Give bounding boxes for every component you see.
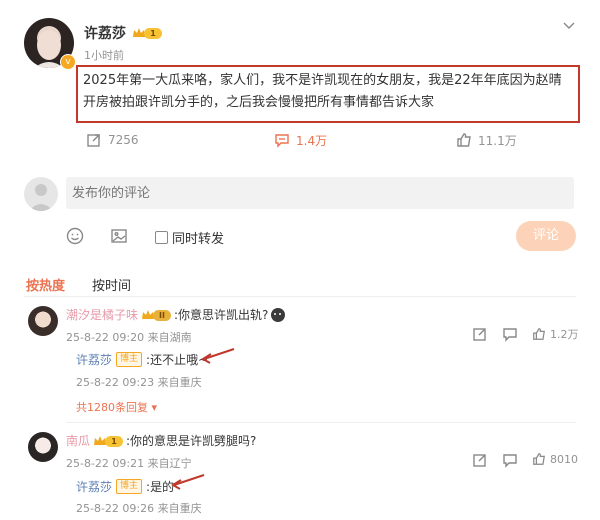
like-icon [533, 453, 545, 465]
tab-time[interactable]: 按时间 [92, 275, 131, 294]
reply-row: 许荔莎 博主 :是的 [76, 478, 174, 495]
author-tag: 博主 [116, 352, 143, 367]
comment-like-button[interactable]: 8010 [532, 452, 578, 466]
like-count: 11.1万 [478, 133, 517, 148]
reply-row: 许荔莎 博主 :还不止哦~ [76, 351, 208, 368]
comment-like-count: 8010 [550, 452, 578, 466]
post-body: 2025年第一大瓜来咯，家人们，我不是许凯现在的女朋友，我是22年年底因为赵晴开… [83, 73, 562, 110]
reply-meta: 25-8-22 09:23 来自重庆 [76, 376, 202, 389]
reply-author-name[interactable]: 许荔莎 [76, 478, 112, 495]
comment-row: 潮汐是橘子味 II :你意思许凯出轨? [66, 306, 286, 323]
like-icon [457, 133, 471, 147]
like-button[interactable]: 11.1万 [456, 130, 517, 150]
vip-level-badge: 1 [93, 434, 124, 448]
reply-meta: 25-8-22 09:26 来自重庆 [76, 502, 202, 515]
comment-icon [275, 134, 289, 148]
comment-input[interactable] [66, 177, 574, 209]
author-name[interactable]: 许荔莎 [84, 23, 126, 43]
chevron-down-icon[interactable] [562, 16, 576, 29]
comment-row: 南瓜 1 :你的意思是许凯劈腿吗? [66, 432, 256, 449]
comment-meta: 25-8-22 09:21 来自辽宁 [66, 457, 192, 470]
like-icon [533, 328, 545, 340]
comment-meta: 25-8-22 09:20 来自湖南 [66, 331, 192, 344]
commenter-avatar[interactable] [28, 306, 58, 336]
vip-level-badge: 1 [132, 26, 162, 40]
checkbox-icon [155, 231, 168, 244]
comment-like-count: 1.2万 [550, 328, 579, 341]
emoji-icon[interactable] [66, 227, 84, 245]
image-icon[interactable] [110, 227, 128, 245]
commenter-name[interactable]: 南瓜 [66, 432, 90, 449]
v-verified-icon: v [60, 54, 76, 70]
author-tag: 博主 [116, 479, 143, 494]
red-annotation-arrow [171, 474, 205, 490]
submit-comment-button[interactable]: 评论 [516, 221, 576, 251]
also-repost-checkbox[interactable]: 同时转发 [155, 228, 224, 247]
reply-icon[interactable] [502, 452, 518, 468]
comment-text: :你的意思是许凯劈腿吗? [126, 434, 257, 448]
my-avatar [24, 177, 58, 211]
divider [66, 422, 576, 423]
more-replies-link[interactable]: 共1280条回复 ▾ [76, 399, 157, 415]
repost-icon [87, 134, 100, 147]
repost-button[interactable]: 7256 [86, 130, 139, 150]
comment-button[interactable]: 1.4万 [274, 130, 327, 150]
red-annotation-arrow [201, 348, 235, 364]
comment-like-button[interactable]: 1.2万 [532, 326, 579, 342]
commenter-avatar[interactable] [28, 432, 58, 462]
share-icon[interactable] [472, 452, 488, 468]
comment-count: 1.4万 [296, 133, 328, 148]
comment-text: :你意思许凯出轨? [174, 308, 269, 322]
share-icon[interactable] [472, 326, 488, 342]
tab-hot[interactable]: 按热度 [26, 275, 65, 294]
post-time[interactable]: 1小时前 [84, 47, 124, 63]
reply-author-name[interactable]: 许荔莎 [76, 351, 112, 368]
reply-icon[interactable] [502, 326, 518, 342]
commenter-name[interactable]: 潮汐是橘子味 [66, 306, 138, 323]
vip-level-badge: II [141, 308, 172, 322]
also-repost-label: 同时转发 [172, 232, 225, 247]
divider [24, 296, 576, 297]
dog-emoji-icon [271, 307, 286, 322]
repost-count: 7256 [108, 133, 139, 147]
more-replies-label: 共1280条回复 [76, 401, 148, 414]
